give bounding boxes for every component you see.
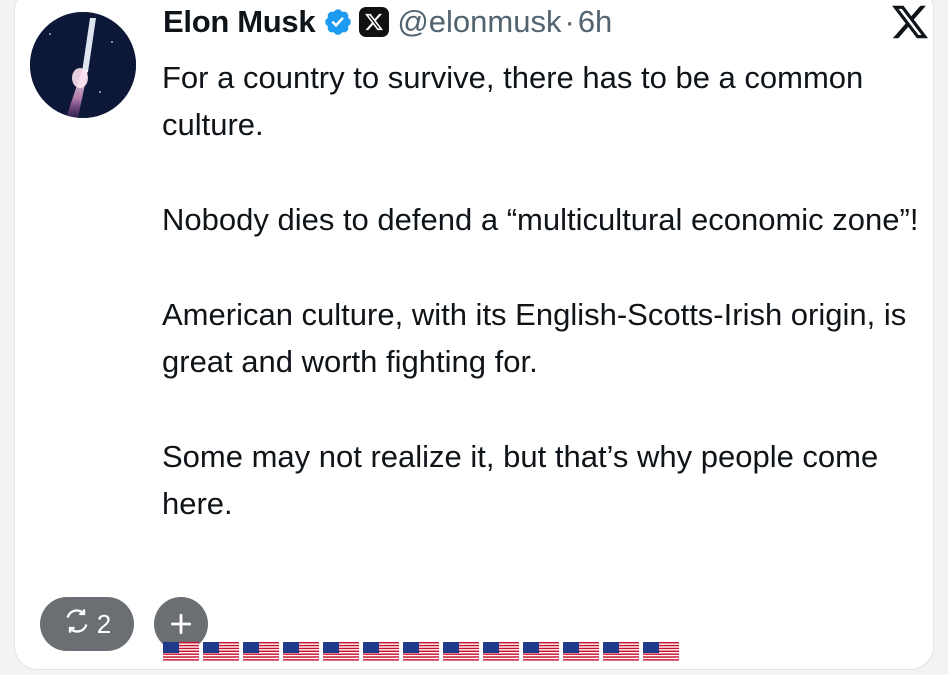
tweet-paragraph: American culture, with its English-Scott…	[162, 297, 907, 379]
tweet-text: For a country to survive, there has to b…	[162, 54, 942, 527]
avatar[interactable]	[30, 12, 136, 118]
us-flag-emoji	[283, 642, 319, 662]
us-flag-emoji	[483, 642, 519, 662]
tweet-paragraph: Some may not realize it, but that’s why …	[162, 439, 879, 521]
author-name[interactable]: Elon Musk	[163, 4, 316, 40]
retweet-icon	[63, 607, 91, 642]
us-flag-emoji	[363, 642, 399, 662]
timestamp[interactable]: 6h	[578, 4, 612, 40]
retweet-count: 2	[96, 608, 112, 639]
tweet-header: Elon Musk @elonmusk · 6h	[163, 0, 612, 44]
plus-icon	[170, 613, 192, 635]
us-flag-emoji	[243, 642, 279, 662]
us-flag-emoji	[403, 642, 439, 662]
us-flag-emoji	[643, 642, 679, 662]
retweet-reaction-button[interactable]: 2	[40, 597, 134, 651]
us-flag-emoji	[443, 642, 479, 662]
us-flag-emoji	[563, 642, 599, 662]
us-flag-emoji	[603, 642, 639, 662]
flag-emoji-row	[162, 641, 682, 663]
tweet-paragraph: Nobody dies to defend a “multicultural e…	[162, 202, 919, 237]
verified-badge-icon	[323, 7, 353, 37]
us-flag-emoji	[163, 642, 199, 662]
x-affiliate-icon	[359, 7, 390, 37]
x-logo-icon	[890, 2, 930, 47]
author-handle[interactable]: @elonmusk	[397, 4, 561, 40]
separator: ·	[564, 4, 575, 39]
tweet-paragraph: For a country to survive, there has to b…	[162, 60, 864, 142]
us-flag-emoji	[523, 642, 559, 662]
us-flag-emoji	[323, 642, 359, 662]
us-flag-emoji	[203, 642, 239, 662]
